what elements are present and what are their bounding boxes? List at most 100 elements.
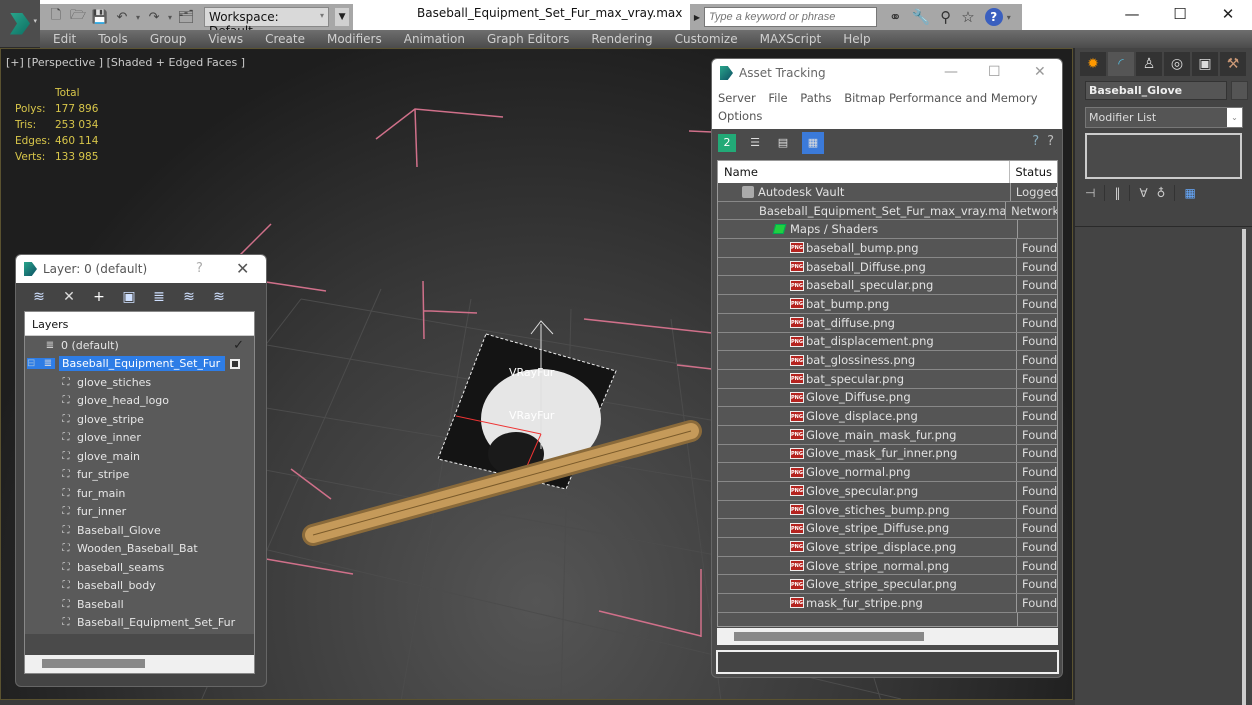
layer-object-row[interactable]: ⛶ Baseball_Glove xyxy=(25,521,254,540)
modifier-stack[interactable] xyxy=(1085,133,1242,179)
path-field[interactable] xyxy=(716,650,1059,674)
layer-object-row[interactable]: ⛶ Wooden_Baseball_Bat xyxy=(25,540,254,559)
object-color-swatch[interactable] xyxy=(1231,81,1248,100)
star-icon[interactable]: ☆ xyxy=(961,8,974,26)
asset-row[interactable]: PNG baseball_bump.png Found xyxy=(718,239,1057,258)
asset-tracking-titlebar[interactable]: Asset Tracking — ☐ ✕ xyxy=(712,59,1062,87)
layer-object-row[interactable]: ⛶ glove_stiches xyxy=(25,373,254,392)
layer-object-row[interactable]: ⛶ fur_inner xyxy=(25,503,254,522)
layer-object-row[interactable]: ⛶ glove_main xyxy=(25,447,254,466)
satellite-icon[interactable]: ⚲ xyxy=(940,8,951,26)
binoculars-icon[interactable]: ⚭ xyxy=(889,8,902,26)
tab-modify[interactable]: ◜ xyxy=(1108,52,1134,76)
maximize-button[interactable]: ☐ xyxy=(1156,0,1204,28)
object-name-field[interactable]: Baseball_Glove xyxy=(1085,81,1227,100)
close-button[interactable]: ✕ xyxy=(1204,0,1252,28)
redo-icon[interactable]: ↷ xyxy=(146,9,162,25)
layer-object-row[interactable]: ⛶ Baseball_Equipment_Set_Fur xyxy=(25,614,254,633)
minimize-button[interactable]: — xyxy=(1108,0,1156,28)
maximize-button[interactable]: ☐ xyxy=(988,64,1001,80)
menu-options[interactable]: Options xyxy=(718,109,762,123)
asset-row[interactable]: PNG bat_bump.png Found xyxy=(718,295,1057,314)
asset-row[interactable]: Autodesk Vault Logged xyxy=(718,183,1057,202)
asset-row[interactable]: PNG bat_specular.png Found xyxy=(718,369,1057,389)
help-icon[interactable]: ? xyxy=(1032,134,1039,149)
menu-paths[interactable]: Paths xyxy=(800,91,831,105)
layer-object-row[interactable]: ⛶ baseball_seams xyxy=(25,558,254,577)
show-end-result-icon[interactable]: ‖ xyxy=(1114,186,1120,200)
layer-object-row[interactable]: ⛶ glove_inner xyxy=(25,429,254,448)
menu-modifiers[interactable]: Modifiers xyxy=(327,32,382,46)
active-layer-check-icon[interactable]: ✓ xyxy=(233,338,244,353)
qat-customize-button[interactable]: ▼ xyxy=(335,8,350,26)
layer-object-row[interactable]: ⛶ Baseball xyxy=(25,595,254,614)
undo-icon[interactable]: ↶ xyxy=(114,9,130,25)
save-icon[interactable]: 💾 xyxy=(92,9,108,25)
refresh-icon[interactable]: 2 xyxy=(718,134,736,152)
viewport-label-menu[interactable]: [+] [Perspective ] [Shaded + Edged Faces… xyxy=(6,56,245,69)
redo-dropdown-icon[interactable]: ▾ xyxy=(168,13,172,22)
add-to-layer-icon[interactable]: + xyxy=(90,289,108,305)
menu-customize[interactable]: Customize xyxy=(675,32,738,46)
asset-row[interactable]: PNG bat_diffuse.png Found xyxy=(718,313,1057,333)
remove-modifier-icon[interactable]: ♁ xyxy=(1157,186,1166,200)
new-file-icon[interactable]: 🗋 xyxy=(48,8,64,25)
menu-views[interactable]: Views xyxy=(208,32,243,46)
layer-object-row[interactable]: ⛶ baseball_body xyxy=(25,577,254,596)
asset-row[interactable]: PNG bat_glossiness.png Found xyxy=(718,351,1057,370)
asset-row[interactable] xyxy=(718,612,1057,626)
asset-row[interactable]: PNG baseball_specular.png Found xyxy=(718,276,1057,296)
key-icon[interactable]: 🔧 xyxy=(912,8,931,26)
menu-bitmap-performance[interactable]: Bitmap Performance and Memory xyxy=(844,91,1037,105)
select-objects-in-layer-icon[interactable]: ▣ xyxy=(120,289,138,305)
menu-create[interactable]: Create xyxy=(265,32,305,46)
tab-create[interactable]: ✹ xyxy=(1080,52,1106,76)
asset-row[interactable]: PNG Glove_mask_fur_inner.png Found xyxy=(718,444,1057,464)
help-icon[interactable]: ? xyxy=(984,8,1003,26)
project-folder-icon[interactable]: 🗂 xyxy=(178,9,195,25)
asset-row[interactable]: Maps / Shaders xyxy=(718,220,1057,240)
asset-row[interactable]: PNG Glove_stripe_Diffuse.png Found xyxy=(718,519,1057,539)
set-active-checkbox[interactable] xyxy=(230,358,240,369)
horizontal-scrollbar[interactable] xyxy=(25,655,254,673)
layer-settings-icon[interactable]: ≋ xyxy=(210,289,228,305)
close-button[interactable]: ✕ xyxy=(1034,64,1046,80)
highlight-layer-icon[interactable]: ≋ xyxy=(180,289,198,305)
menu-animation[interactable]: Animation xyxy=(404,32,465,46)
app-menu-button[interactable]: ▾ xyxy=(0,0,40,47)
thumbnail-view-icon[interactable]: ▤ xyxy=(774,134,792,152)
tab-motion[interactable]: ◎ xyxy=(1164,52,1190,76)
tab-display[interactable]: ▣ xyxy=(1192,52,1218,76)
asset-row[interactable]: PNG Glove_main_mask_fur.png Found xyxy=(718,425,1057,445)
search-input[interactable] xyxy=(704,7,877,27)
undo-dropdown-icon[interactable]: ▾ xyxy=(136,13,140,22)
asset-row[interactable]: PNG Glove_specular.png Found xyxy=(718,482,1057,501)
column-status[interactable]: Status xyxy=(1010,161,1057,183)
tab-utilities[interactable]: ⚒ xyxy=(1220,52,1246,76)
layer-row[interactable]: ≣ 0 (default) ✓ xyxy=(25,336,254,355)
menu-tools[interactable]: Tools xyxy=(98,32,128,46)
layer-object-row[interactable]: ⛶ fur_stripe xyxy=(25,466,254,485)
workspace-select[interactable]: Workspace: Default ▾ xyxy=(204,7,330,38)
asset-row[interactable]: Baseball_Equipment_Set_Fur_max_vray.max N… xyxy=(718,201,1057,221)
layer-row[interactable]: ⊟ ≣ Baseball_Equipment_Set_Fur xyxy=(25,355,254,374)
help-button[interactable]: ? xyxy=(196,261,203,276)
select-layer-icon[interactable]: ≣ xyxy=(150,289,168,305)
vertical-scrollbar[interactable] xyxy=(1242,229,1246,705)
asset-row[interactable]: PNG Glove_stripe_normal.png Found xyxy=(718,556,1057,576)
menu-file[interactable]: File xyxy=(768,91,787,105)
layers-column-header[interactable]: Layers xyxy=(25,312,254,336)
menu-group[interactable]: Group xyxy=(150,32,187,46)
layer-object-row[interactable]: ⛶ fur_main xyxy=(25,484,254,503)
column-name[interactable]: Name xyxy=(718,161,1011,183)
menu-edit[interactable]: Edit xyxy=(53,32,76,46)
asset-row[interactable]: PNG Glove_normal.png Found xyxy=(718,463,1057,482)
asset-row[interactable]: PNG Glove_stripe_specular.png Found xyxy=(718,575,1057,595)
modifier-list-dropdown[interactable]: Modifier List ⌄ xyxy=(1085,107,1243,128)
asset-row[interactable]: PNG baseball_Diffuse.png Found xyxy=(718,257,1057,277)
table-view-icon[interactable]: ▦ xyxy=(802,132,824,154)
open-folder-icon[interactable]: 🗁 xyxy=(70,8,86,25)
layer-dialog-titlebar[interactable]: Layer: 0 (default) ? ✕ xyxy=(16,255,266,283)
help-dropdown-icon[interactable]: ▾ xyxy=(1007,13,1011,22)
menu-maxscript[interactable]: MAXScript xyxy=(760,32,822,46)
